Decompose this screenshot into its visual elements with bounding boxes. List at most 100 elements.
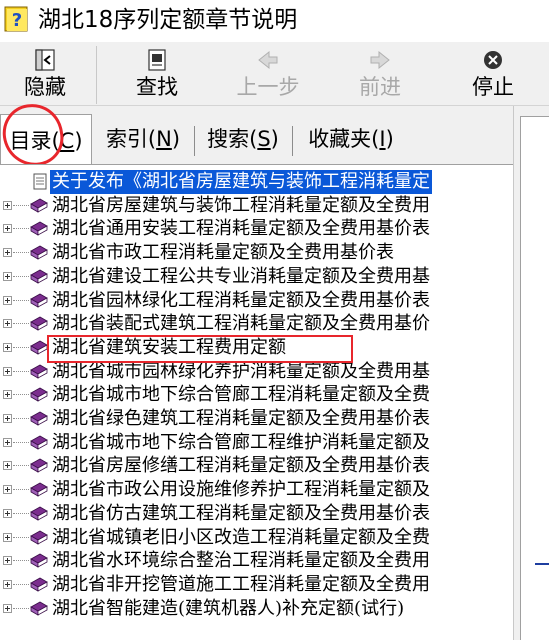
tree-item-book[interactable]: 湖北省通用安装工程消耗量定额及全费用基价表 bbox=[0, 217, 513, 241]
closed-book-icon bbox=[30, 198, 48, 213]
tree-connector bbox=[13, 394, 29, 396]
closed-book-icon bbox=[30, 506, 48, 521]
tree-item-label: 湖北省非开挖管道施工工程消耗量定额及全费用 bbox=[52, 573, 430, 595]
tree-connector bbox=[13, 512, 29, 514]
tree-item-book[interactable]: 湖北省建筑安装工程费用定额 bbox=[0, 336, 513, 360]
expand-plus-icon[interactable] bbox=[3, 556, 12, 566]
tree-connector bbox=[13, 252, 29, 254]
closed-book-icon bbox=[30, 482, 48, 497]
tab-divider bbox=[292, 126, 293, 156]
nav-tabs: 目录(C) 索引(N) 搜索(S) 收藏夹(I) bbox=[0, 106, 513, 164]
tree-connector bbox=[13, 299, 29, 301]
window-title: 湖北18序列定额章节说明 bbox=[38, 7, 298, 33]
expand-plus-icon[interactable] bbox=[3, 271, 12, 281]
tree-connector bbox=[13, 536, 29, 538]
find-button[interactable]: 查找 bbox=[126, 48, 188, 104]
tree-item-book[interactable]: 湖北省水环境综合整治工程消耗量定额及全费用 bbox=[0, 549, 513, 573]
expand-plus-icon[interactable] bbox=[3, 390, 12, 400]
topic-pane[interactable] bbox=[513, 106, 549, 640]
help-question-icon: ? bbox=[4, 6, 28, 32]
expand-plus-icon[interactable] bbox=[3, 485, 12, 495]
tree-item-book[interactable]: 湖北省智能建造(建筑机器人)补充定额(试行) bbox=[0, 597, 513, 621]
tree-item-label: 湖北省城市地下综合管廊工程维护消耗量定额及 bbox=[52, 431, 430, 453]
tab-contents[interactable]: 目录(C) bbox=[0, 114, 92, 164]
tree-connector bbox=[13, 607, 29, 609]
closed-book-icon bbox=[30, 340, 48, 355]
expand-plus-icon[interactable] bbox=[3, 437, 12, 447]
tree-item-book[interactable]: 湖北省房屋建筑与装饰工程消耗量定额及全费用 bbox=[0, 194, 513, 218]
tree-item-book[interactable]: 湖北省房屋修缮工程消耗量定额及全费用基价表 bbox=[0, 454, 513, 478]
tree-item-label: 湖北省房屋修缮工程消耗量定额及全费用基价表 bbox=[52, 455, 430, 477]
tree-connector bbox=[13, 346, 29, 348]
tree-item-label: 湖北省建筑安装工程费用定额 bbox=[52, 336, 286, 358]
tree-connector bbox=[13, 418, 29, 419]
tree-connector bbox=[13, 441, 29, 443]
closed-book-icon bbox=[30, 269, 48, 284]
tree-item-label: 湖北省市政公用设施维修养护工程消耗量定额及 bbox=[52, 479, 430, 501]
tree-item-book[interactable]: 湖北省市政工程消耗量定额及全费用基价表 bbox=[0, 241, 513, 265]
tree-item-label: 湖北省装配式建筑工程消耗量定额及全费用基价 bbox=[52, 313, 430, 335]
toolbar: 隐藏 查找 上一步 前进 停止 bbox=[0, 42, 549, 106]
tree-item-document[interactable]: 关于发布《湖北省房屋建筑与装饰工程消耗量定 bbox=[0, 170, 513, 194]
back-button[interactable]: 上一步 bbox=[228, 48, 308, 104]
topic-rule bbox=[535, 563, 549, 565]
tree-item-book[interactable]: 湖北省城市地下综合管廊工程维护消耗量定额及 bbox=[0, 431, 513, 455]
expand-plus-icon[interactable] bbox=[3, 461, 12, 471]
tree-item-book[interactable]: 湖北省市政公用设施维修养护工程消耗量定额及 bbox=[0, 478, 513, 502]
tree-item-label: 湖北省城市园林绿化养护消耗量定额及全费用基 bbox=[52, 360, 430, 382]
expand-plus-icon[interactable] bbox=[3, 579, 12, 589]
expand-plus-icon[interactable] bbox=[3, 532, 12, 542]
tree-item-label: 关于发布《湖北省房屋建筑与装饰工程消耗量定 bbox=[50, 170, 432, 194]
contents-tree[interactable]: 关于发布《湖北省房屋建筑与装饰工程消耗量定 湖北省房屋建筑与装饰工程消耗量定额及全… bbox=[0, 164, 513, 640]
tree-item-book[interactable]: 湖北省城市地下综合管廊工程消耗量定额及全费 bbox=[0, 383, 513, 407]
tree-item-label: 湖北省建设工程公共专业消耗量定额及全费用基 bbox=[52, 265, 430, 287]
closed-book-icon bbox=[30, 553, 48, 568]
toolbar-separator bbox=[96, 46, 97, 104]
tree-item-label: 湖北省水环境综合整治工程消耗量定额及全费用 bbox=[52, 550, 430, 572]
closed-book-icon bbox=[30, 411, 48, 426]
tree-item-book[interactable]: 湖北省仿古建筑工程消耗量定额及全费用基价表 bbox=[0, 502, 513, 526]
expand-plus-icon[interactable] bbox=[3, 603, 12, 613]
expand-plus-icon[interactable] bbox=[3, 248, 12, 258]
tab-divider bbox=[194, 126, 195, 156]
closed-book-icon bbox=[30, 530, 48, 545]
tree-item-book[interactable]: 湖北省园林绿化工程消耗量定额及全费用基价表 bbox=[0, 289, 513, 313]
tree-item-label: 湖北省市政工程消耗量定额及全费用基价表 bbox=[52, 242, 394, 264]
tree-item-book[interactable]: 湖北省绿色建筑工程消耗量定额及全费用基价表 bbox=[0, 407, 513, 431]
tree-item-book[interactable]: 湖北省装配式建筑工程消耗量定额及全费用基价 bbox=[0, 312, 513, 336]
tree-item-label: 湖北省城市地下综合管廊工程消耗量定额及全费 bbox=[52, 384, 430, 406]
expand-plus-icon[interactable] bbox=[3, 508, 12, 518]
tree-item-book[interactable]: 湖北省非开挖管道施工工程消耗量定额及全费用 bbox=[0, 573, 513, 597]
forward-button[interactable]: 前进 bbox=[349, 48, 411, 104]
expand-plus-icon[interactable] bbox=[3, 200, 12, 210]
tree-item-book[interactable]: 湖北省城市园林绿化养护消耗量定额及全费用基 bbox=[0, 360, 513, 384]
stop-button[interactable]: 停止 bbox=[462, 48, 524, 104]
tab-favorites[interactable]: 收藏夹(I) bbox=[298, 120, 404, 158]
tab-index[interactable]: 索引(N) bbox=[98, 120, 188, 158]
closed-book-icon bbox=[30, 577, 48, 592]
expand-plus-icon[interactable] bbox=[3, 342, 12, 352]
closed-book-icon bbox=[30, 293, 48, 308]
closed-book-icon bbox=[30, 364, 48, 379]
hide-button[interactable]: 隐藏 bbox=[14, 48, 76, 104]
closed-book-icon bbox=[30, 458, 48, 474]
tree-connector bbox=[13, 583, 29, 585]
document-page-icon bbox=[33, 173, 47, 190]
closed-book-icon bbox=[30, 435, 48, 450]
tree-connector bbox=[13, 489, 29, 491]
topic-content bbox=[520, 116, 549, 640]
tab-search[interactable]: 搜索(S) bbox=[200, 120, 286, 158]
tree-item-label: 湖北省园林绿化工程消耗量定额及全费用基价表 bbox=[52, 289, 430, 311]
expand-plus-icon[interactable] bbox=[3, 319, 12, 329]
tree-item-label: 湖北省通用安装工程消耗量定额及全费用基价表 bbox=[52, 218, 430, 240]
expand-plus-icon[interactable] bbox=[3, 224, 12, 234]
tree-item-label: 湖北省绿色建筑工程消耗量定额及全费用基价表 bbox=[52, 408, 430, 429]
closed-book-icon bbox=[30, 316, 48, 331]
tree-connector bbox=[13, 465, 29, 467]
tree-item-book[interactable]: 湖北省建设工程公共专业消耗量定额及全费用基 bbox=[0, 265, 513, 289]
expand-plus-icon[interactable] bbox=[3, 295, 12, 305]
tree-item-book[interactable]: 湖北省城镇老旧小区改造工程消耗量定额及全费 bbox=[0, 526, 513, 550]
expand-plus-icon[interactable] bbox=[3, 366, 12, 376]
expand-plus-icon[interactable] bbox=[3, 414, 12, 423]
tree-item-label: 湖北省智能建造(建筑机器人)补充定额(试行) bbox=[52, 597, 405, 619]
